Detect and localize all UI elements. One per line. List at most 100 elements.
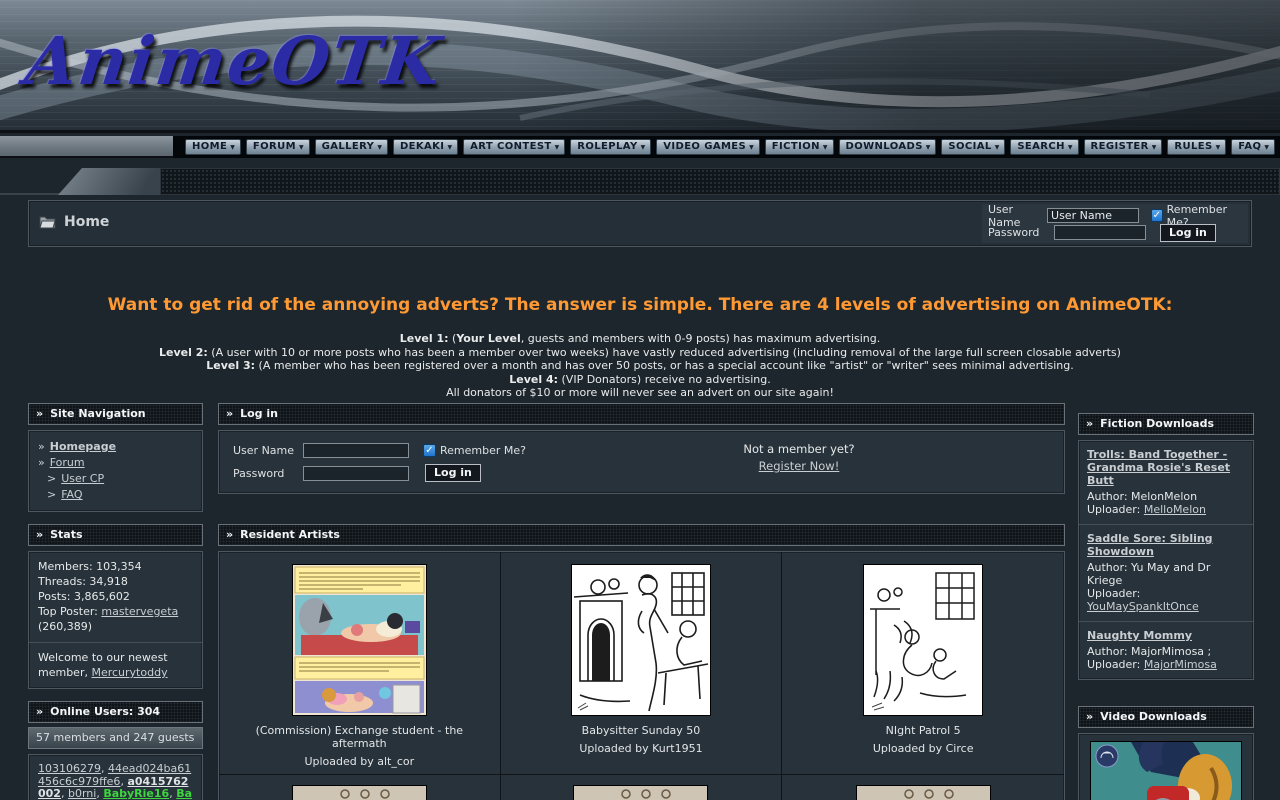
fiction-author: Author: MajorMimosa ;: [1087, 645, 1245, 658]
nav-button-label: REGISTER: [1091, 141, 1149, 152]
not-member-text: Not a member yet?: [743, 442, 854, 456]
dropdown-arrow-icon: ▼: [926, 144, 931, 152]
login-panel: User Name ✓ Remember Me? Password Log in…: [218, 430, 1065, 494]
header-remember-checkbox[interactable]: ✓: [1151, 209, 1163, 222]
advert-line: All donators of $10 or more will never s…: [0, 386, 1280, 400]
page: AnimeOTK HOME▼FORUM▼GALLERY▼DEKAKI▼ART C…: [0, 0, 1280, 800]
nav-button-label: HOME: [192, 141, 227, 152]
nav-button-home[interactable]: HOME▼: [185, 139, 241, 155]
panel-username-input[interactable]: [303, 443, 409, 458]
section-header-resident-artists: »Resident Artists: [218, 524, 1065, 546]
resident-artists-title: Resident Artists: [240, 528, 340, 541]
online-user-link[interactable]: BabyRie16: [103, 787, 169, 800]
nav-button-label: ART CONTEST: [470, 141, 552, 152]
artwork-caption: NIght Patrol 5: [790, 724, 1056, 737]
sidebar-link[interactable]: Forum: [50, 456, 85, 469]
header-login-button[interactable]: Log in: [1160, 224, 1216, 242]
artwork-uploader: Uploaded by Circe: [790, 742, 1056, 755]
dropdown-arrow-icon: ▼: [230, 144, 235, 152]
nav-button-label: FORUM: [253, 141, 296, 152]
nav-button-gallery[interactable]: GALLERY▼: [315, 139, 388, 155]
breadcrumb-bar: Home User Name ✓ Remember Me? Password L…: [28, 200, 1252, 247]
nav-button-social[interactable]: SOCIAL▼: [941, 139, 1005, 155]
header-username-input[interactable]: [1047, 208, 1139, 223]
nav-button-label: ROLEPLAY: [577, 141, 637, 152]
online-user-link[interactable]: b0rni: [68, 787, 96, 800]
newest-member-link[interactable]: Mercurytoddy: [91, 666, 167, 679]
fiction-uploader-link[interactable]: YouMaySpankItOnce: [1087, 600, 1199, 613]
advert-line: Level 3: (A member who has been register…: [0, 359, 1280, 373]
nav-button-video-games[interactable]: VIDEO GAMES▼: [656, 139, 760, 155]
nav-button-rules[interactable]: RULES▼: [1167, 139, 1226, 155]
site-navigation-title: Site Navigation: [50, 407, 146, 420]
right-sidebar: »Fiction Downloads Trolls: Band Together…: [1078, 413, 1254, 800]
sidebar-link[interactable]: Homepage: [50, 440, 116, 453]
sidebar-item-faq: >FAQ: [38, 487, 193, 503]
nav-button-fiction[interactable]: FICTION▼: [765, 139, 834, 155]
sidebar-link[interactable]: FAQ: [61, 488, 82, 501]
stats-posts: Posts: 3,865,602: [38, 589, 193, 604]
section-arrow-icon: »: [226, 407, 233, 420]
home-folder-icon: [39, 215, 56, 229]
artwork-thumbnail[interactable]: [292, 564, 427, 716]
online-users-title: Online Users: 304: [50, 705, 160, 718]
nav-button-search[interactable]: SEARCH▼: [1010, 139, 1078, 155]
fiction-uploader-link[interactable]: MajorMimosa: [1144, 658, 1217, 671]
panel-login-button[interactable]: Log in: [425, 464, 481, 482]
login-panel-title: Log in: [240, 407, 278, 420]
top-poster-label: Top Poster:: [38, 605, 101, 618]
sidebar-link[interactable]: User CP: [61, 472, 104, 485]
artwork-thumbnail[interactable]: [856, 785, 991, 800]
artwork-thumbnail[interactable]: [571, 564, 711, 716]
register-now-link[interactable]: Register Now!: [759, 459, 840, 473]
artwork-uploader: Uploaded by alt_cor: [227, 755, 492, 768]
fiction-title-link[interactable]: Saddle Sore: Sibling Showdown: [1087, 532, 1245, 558]
artwork-thumbnail[interactable]: [292, 785, 427, 800]
header-password-input[interactable]: [1054, 225, 1146, 240]
site-logo[interactable]: AnimeOTK: [21, 22, 447, 100]
nav-button-roleplay[interactable]: ROLEPLAY▼: [570, 139, 651, 155]
fiction-item: Naughty MommyAuthor: MajorMimosa ;Upload…: [1079, 622, 1253, 679]
online-user-link[interactable]: 103106279: [38, 762, 101, 775]
panel-password-label: Password: [233, 467, 295, 480]
video-thumbnail[interactable]: [1090, 741, 1242, 800]
fiction-title-link[interactable]: Naughty Mommy: [1087, 629, 1245, 642]
artwork-thumbnail[interactable]: [573, 785, 708, 800]
nav-button-forum[interactable]: FORUM▼: [246, 139, 310, 155]
nav-button-label: DOWNLOADS: [846, 141, 923, 152]
nav-button-register[interactable]: REGISTER▼: [1084, 139, 1163, 155]
stats-title: Stats: [50, 528, 82, 541]
panel-password-input[interactable]: [303, 466, 409, 481]
section-header-site-navigation: »Site Navigation: [28, 403, 203, 425]
nav-button-dekaki[interactable]: DEKAKI▼: [393, 139, 458, 155]
advert-heading: Want to get rid of the annoying adverts?…: [0, 295, 1280, 315]
newest-member-line: Welcome to our newest member, Mercurytod…: [29, 643, 202, 688]
header-username-label: User Name: [988, 203, 1041, 229]
section-header-online-users: »Online Users: 304: [28, 701, 203, 723]
fiction-author: Author: MelonMelon: [1087, 490, 1245, 503]
section-arrow-icon: »: [36, 528, 43, 541]
header-login-form: User Name ✓ Remember Me? Password Log in: [982, 204, 1248, 243]
dropdown-arrow-icon: ▼: [1152, 144, 1157, 152]
fiction-title-link[interactable]: Trolls: Band Together - Grandma Rosie's …: [1087, 448, 1245, 487]
nav-button-faq[interactable]: FAQ▼: [1231, 139, 1275, 155]
artwork-cell: NIght Patrol 5 Uploaded by Circe: [782, 552, 1064, 774]
top-poster-link[interactable]: mastervegeta: [101, 605, 178, 618]
nav-button-label: GALLERY: [322, 141, 375, 152]
section-arrow-icon: »: [1086, 710, 1093, 723]
dropdown-arrow-icon: ▼: [749, 144, 754, 152]
fiction-uploader-link[interactable]: MelloMelon: [1144, 503, 1206, 516]
nav-button-art-contest[interactable]: ART CONTEST▼: [463, 139, 565, 155]
decorative-stripe: [160, 168, 1280, 195]
sidebar-item-forum: »Forum: [38, 455, 193, 471]
nav-button-label: VIDEO GAMES: [663, 141, 746, 152]
nav-button-downloads[interactable]: DOWNLOADS▼: [839, 139, 937, 155]
fiction-author: Author: Yu May and Dr Kriege: [1087, 561, 1245, 587]
dropdown-arrow-icon: ▼: [1068, 144, 1073, 152]
fiction-downloads-box: Trolls: Band Together - Grandma Rosie's …: [1078, 440, 1254, 680]
artwork-cell: [501, 774, 783, 800]
panel-remember-checkbox[interactable]: ✓: [423, 444, 436, 457]
artwork-thumbnail[interactable]: [863, 564, 983, 716]
advert-notice: Want to get rid of the annoying adverts?…: [0, 295, 1280, 400]
nav-strip: HOME▼FORUM▼GALLERY▼DEKAKI▼ART CONTEST▼RO…: [0, 136, 1280, 158]
